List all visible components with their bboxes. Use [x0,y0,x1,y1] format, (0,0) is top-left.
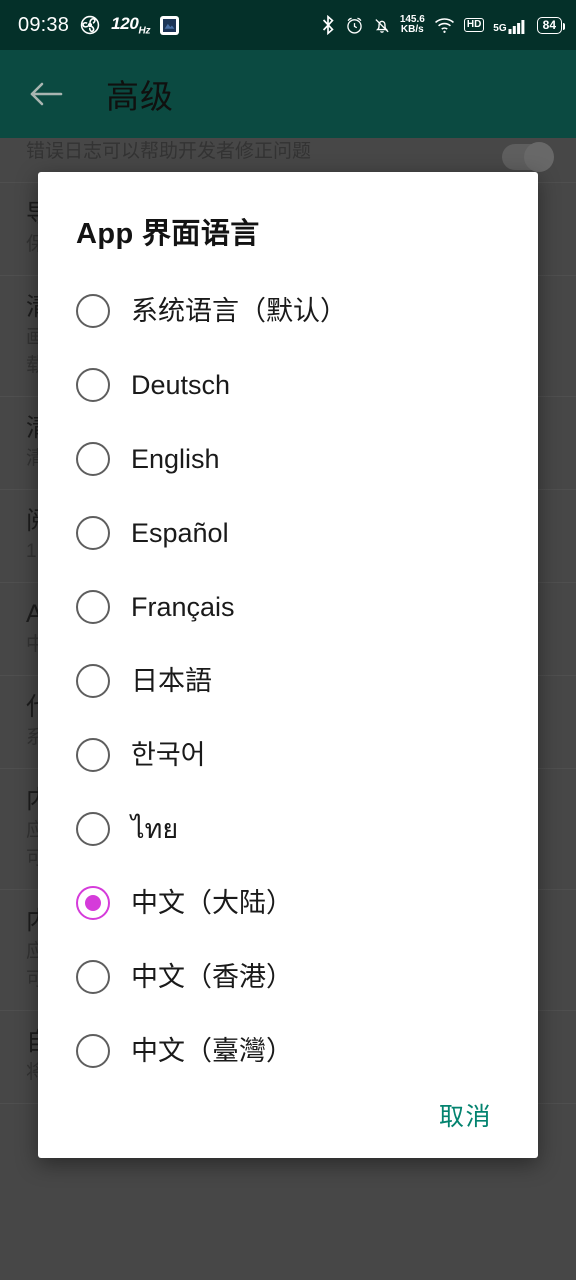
language-option-row[interactable]: 中文（香港） [38,940,538,1014]
radio-button[interactable] [76,1034,110,1068]
page-title: 高级 [106,78,174,115]
network-type-label: 5G [493,22,507,34]
hd-icon: HD [463,18,485,32]
bluetooth-icon [320,15,336,35]
language-option-label: 한국어 [131,740,206,770]
language-option-label: Español [131,518,229,548]
language-option-label: 中文（臺灣） [131,1036,293,1066]
network-speed-unit: KB/s [400,24,424,35]
dialog-actions: 取消 [38,1072,538,1158]
bell-muted-icon [373,16,391,35]
language-option-label: Français [131,592,235,622]
language-option-label: ไทย [131,814,179,844]
language-option-label: English [131,444,220,474]
radio-button[interactable] [76,442,110,476]
phone-screen: 错误日志可以帮助开发者修正问题导出日志保存错误日志到文件清除图片缓存画廊缓存的图… [0,0,576,1280]
fan-icon [79,14,101,36]
alarm-clock-icon [345,16,364,35]
status-bar-right: 145.6 KB/s HD 5G 84 [320,15,566,35]
language-option-label: 中文（大陆） [131,888,293,918]
radio-button[interactable] [76,738,110,772]
language-option-row[interactable]: 日本語 [38,644,538,718]
screenshot-thumbnail-icon[interactable] [160,15,180,35]
language-option-row[interactable]: Français [38,570,538,644]
radio-button-selected[interactable] [76,886,110,920]
language-option-row[interactable]: 한국어 [38,718,538,792]
refresh-rate-value: 120 [111,13,139,33]
radio-button[interactable] [76,812,110,846]
language-radio-group: 系统语言（默认） Deutsch English Español Français 日本語… [38,252,538,1088]
app-bar: 高级 [0,50,576,138]
refresh-rate-unit: Hz [138,25,151,37]
radio-button[interactable] [76,368,110,402]
network-type-signal-group: 5G [493,17,527,34]
language-dialog: App 界面语言 系统语言（默认） Deutsch English Español Fr… [38,172,538,1158]
network-speed-indicator: 145.6 KB/s [400,15,425,35]
language-option-label: 系统语言（默认） [131,296,347,326]
status-bar-left: 09:38 120Hz [18,13,180,37]
status-clock: 09:38 [18,13,70,36]
radio-button[interactable] [76,294,110,328]
dialog-title: App 界面语言 [76,218,260,250]
language-option-row[interactable]: Español [38,496,538,570]
language-option-row[interactable]: Deutsch [38,348,538,422]
status-bar: 09:38 120Hz 145.6 KB/s HD 5G 84 [0,0,576,50]
language-option-label: 日本語 [131,666,212,696]
radio-button[interactable] [76,960,110,994]
radio-button[interactable] [76,664,110,698]
radio-button[interactable] [76,590,110,624]
cancel-button[interactable]: 取消 [439,1097,492,1133]
battery-indicator: 84 [536,16,566,34]
language-option-label: 中文（香港） [131,962,293,992]
language-option-row[interactable]: 系统语言（默认） [38,274,538,348]
language-option-label: Deutsch [131,370,231,400]
language-option-row[interactable]: ไทย [38,792,538,866]
language-option-row[interactable]: 中文（大陆） [38,866,538,940]
signal-bars-icon [508,17,528,34]
radio-button[interactable] [76,516,110,550]
language-option-row[interactable]: English [38,422,538,496]
back-arrow-icon[interactable] [14,62,78,126]
wifi-icon [434,16,455,35]
refresh-rate-indicator: 120Hz [111,14,150,36]
